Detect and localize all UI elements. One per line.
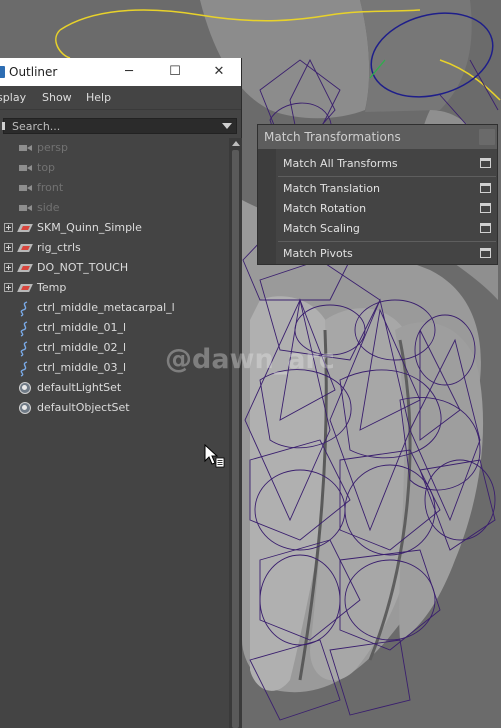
match-rotation-item[interactable]: Match Rotation bbox=[277, 199, 497, 219]
mouse-cursor-icon bbox=[204, 444, 225, 468]
expand-plus-icon[interactable] bbox=[4, 243, 13, 252]
option-box-icon[interactable] bbox=[480, 183, 491, 193]
outliner-item[interactable]: DO_NOT_TOUCH bbox=[0, 258, 229, 278]
outliner-scrollbar[interactable] bbox=[229, 138, 242, 728]
close-button[interactable]: ✕ bbox=[196, 58, 242, 86]
menu-help[interactable]: Help bbox=[86, 91, 111, 104]
outliner-item-label: ctrl_middle_01_l bbox=[37, 321, 127, 334]
maya-app-icon bbox=[0, 66, 5, 78]
expand-plus-icon[interactable] bbox=[4, 263, 13, 272]
close-icon[interactable] bbox=[479, 129, 495, 145]
match-pivots-item[interactable]: Match Pivots bbox=[277, 244, 497, 264]
match-menu-title: Match Transformations bbox=[264, 130, 401, 144]
option-box-icon[interactable] bbox=[480, 248, 491, 258]
scrollbar-thumb[interactable] bbox=[232, 150, 239, 728]
outliner-titlebar[interactable]: Outliner ─ ☐ ✕ bbox=[0, 58, 241, 86]
outliner-item[interactable]: side bbox=[0, 198, 229, 218]
expand-plus-icon[interactable] bbox=[4, 283, 13, 292]
menu-item-label: Match Translation bbox=[283, 182, 380, 195]
camera-icon bbox=[18, 141, 32, 155]
nurbs-curve-icon bbox=[18, 361, 32, 377]
outliner-item[interactable]: persp bbox=[0, 138, 229, 158]
outliner-item-label: defaultObjectSet bbox=[37, 401, 130, 414]
option-box-icon[interactable] bbox=[480, 203, 491, 213]
outliner-item[interactable]: Temp bbox=[0, 278, 229, 298]
menu-divider bbox=[278, 176, 496, 177]
outliner-item-label: ctrl_middle_metacarpal_l bbox=[37, 301, 175, 314]
match-transformations-menu: Match Transformations Match All Transfor… bbox=[257, 124, 498, 265]
group-icon bbox=[18, 281, 32, 295]
nurbs-curve-icon bbox=[18, 321, 32, 337]
outliner-item[interactable]: defaultObjectSet bbox=[0, 398, 229, 418]
watermark-text: @dawn_arc bbox=[165, 344, 335, 375]
object-set-icon bbox=[18, 401, 32, 415]
nurbs-curve-icon bbox=[18, 301, 32, 317]
match-translation-item[interactable]: Match Translation bbox=[277, 179, 497, 199]
group-icon bbox=[18, 241, 32, 255]
object-set-icon bbox=[18, 381, 32, 395]
scroll-up-arrow-icon[interactable] bbox=[232, 141, 240, 146]
menu-divider bbox=[278, 241, 496, 242]
outliner-item-label: front bbox=[37, 181, 64, 194]
outliner-item[interactable]: defaultLightSet bbox=[0, 378, 229, 398]
outliner-item-label: ctrl_middle_03_l bbox=[37, 361, 127, 374]
menu-icon-strip bbox=[258, 149, 276, 264]
match-menu-titlebar[interactable]: Match Transformations bbox=[258, 125, 497, 149]
outliner-item-label: top bbox=[37, 161, 56, 174]
outliner-item-label: persp bbox=[37, 141, 68, 154]
minimize-button[interactable]: ─ bbox=[106, 58, 152, 86]
camera-icon bbox=[18, 181, 32, 195]
expand-plus-icon[interactable] bbox=[4, 223, 13, 232]
outliner-item[interactable]: ctrl_middle_01_l bbox=[0, 318, 229, 338]
outliner-tree: persp top front side SKM_Quinn_Simple rig_ctr… bbox=[0, 138, 229, 728]
option-box-icon[interactable] bbox=[480, 223, 491, 233]
menu-item-label: Match Rotation bbox=[283, 202, 367, 215]
menu-item-label: Match Pivots bbox=[283, 247, 353, 260]
outliner-window: Outliner ─ ☐ ✕ isplay Show Help persp top… bbox=[0, 58, 242, 728]
menu-item-label: Match Scaling bbox=[283, 222, 360, 235]
camera-icon bbox=[18, 201, 32, 215]
nurbs-curve-icon bbox=[18, 341, 32, 357]
option-box-icon[interactable] bbox=[480, 158, 491, 168]
outliner-item-label: side bbox=[37, 201, 60, 214]
outliner-item[interactable]: front bbox=[0, 178, 229, 198]
outliner-item-label: Temp bbox=[37, 281, 67, 294]
group-icon bbox=[18, 221, 32, 235]
outliner-item-label: rig_ctrls bbox=[37, 241, 81, 254]
outliner-search-box[interactable] bbox=[2, 118, 237, 134]
menu-item-label: Match All Transforms bbox=[283, 157, 398, 170]
outliner-item[interactable]: SKM_Quinn_Simple bbox=[0, 218, 229, 238]
search-input[interactable] bbox=[12, 119, 212, 133]
maximize-button[interactable]: ☐ bbox=[152, 58, 198, 86]
menu-show[interactable]: Show bbox=[42, 91, 72, 104]
outliner-item[interactable]: top bbox=[0, 158, 229, 178]
outliner-menubar: isplay Show Help bbox=[0, 86, 241, 110]
outliner-item-label: DO_NOT_TOUCH bbox=[37, 261, 129, 274]
camera-icon bbox=[18, 161, 32, 175]
match-scaling-item[interactable]: Match Scaling bbox=[277, 219, 497, 239]
outliner-item-label: ctrl_middle_02_l bbox=[37, 341, 127, 354]
search-mode-icon[interactable] bbox=[2, 122, 5, 130]
outliner-item-label: SKM_Quinn_Simple bbox=[37, 221, 142, 234]
outliner-title: Outliner bbox=[9, 65, 58, 79]
group-icon bbox=[18, 261, 32, 275]
outliner-item[interactable]: ctrl_middle_metacarpal_l bbox=[0, 298, 229, 318]
chevron-down-icon[interactable] bbox=[222, 123, 232, 129]
menu-display[interactable]: isplay bbox=[0, 91, 26, 104]
match-all-transforms-item[interactable]: Match All Transforms bbox=[277, 154, 497, 174]
outliner-item[interactable]: rig_ctrls bbox=[0, 238, 229, 258]
outliner-item-label: defaultLightSet bbox=[37, 381, 122, 394]
